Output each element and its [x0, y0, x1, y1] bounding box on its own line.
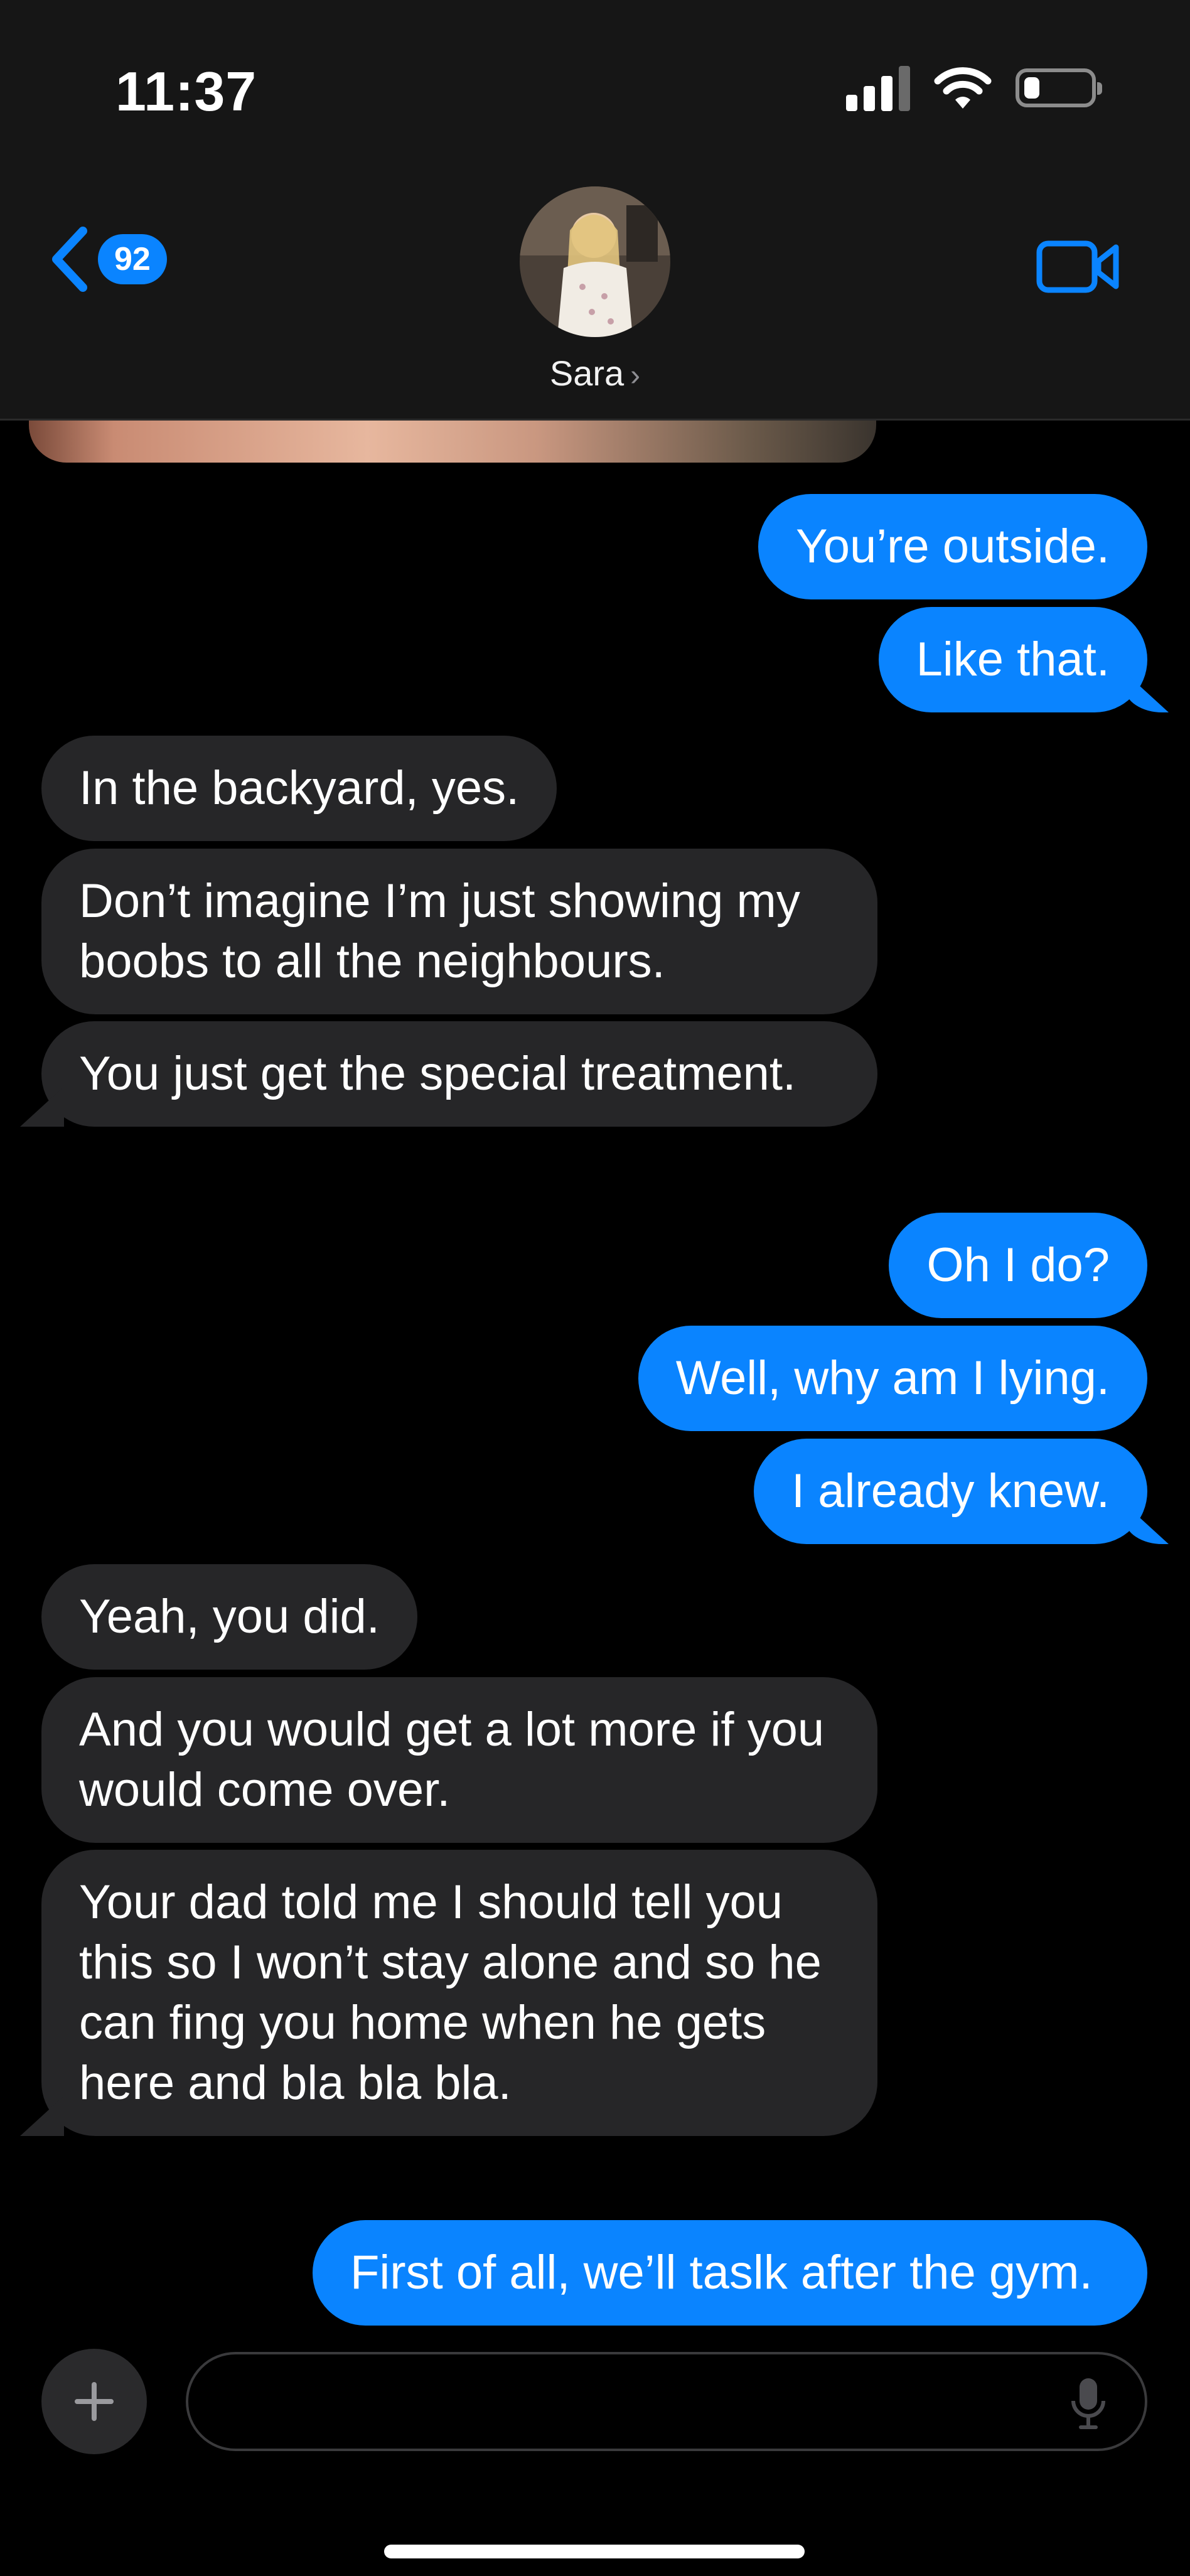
home-indicator[interactable] [384, 2545, 805, 2558]
message-bubble-outgoing[interactable]: Well, why am I lying. [638, 1326, 1147, 1431]
video-call-icon[interactable] [1036, 239, 1121, 295]
message-text: And you would get a lot more if you woul… [79, 1703, 825, 1817]
message-bubble-outgoing[interactable]: Like that. [878, 607, 1147, 712]
message-text: I already knew. [791, 1464, 1110, 1518]
photo-attachment[interactable] [29, 419, 876, 463]
message-bubble-incoming[interactable]: In the backyard, yes. [41, 736, 557, 841]
contact-name-label: Sara [549, 353, 624, 393]
wifi-icon [934, 67, 992, 109]
message-text: Your dad told me I should tell you this … [79, 1876, 822, 2110]
contact-avatar[interactable] [520, 186, 670, 337]
avatar-image [520, 186, 670, 337]
status-time: 11:37 [115, 60, 257, 122]
message-bubble-incoming[interactable]: And you would get a lot more if you woul… [41, 1677, 877, 1843]
message-input[interactable] [186, 2352, 1147, 2451]
chevron-right-icon: › [630, 359, 641, 392]
status-icons [846, 63, 1102, 113]
microphone-icon[interactable] [1069, 2375, 1107, 2431]
contact-name[interactable]: Sara › [0, 353, 1190, 394]
message-text: Yeah, you did. [79, 1590, 380, 1643]
message-text: First of all, we’ll taslk after the gym. [350, 2246, 1093, 2299]
plus-icon [75, 2382, 114, 2421]
message-bubble-incoming[interactable]: Your dad told me I should tell you this … [41, 1850, 877, 2136]
compose-bar [0, 2333, 1190, 2576]
message-bubble-incoming[interactable]: Yeah, you did. [41, 1564, 417, 1670]
message-bubble-incoming[interactable]: You just get the special treatment. [41, 1021, 877, 1127]
message-bubble-incoming[interactable]: Don’t imagine I’m just showing my boobs … [41, 849, 877, 1014]
conversation-header: 11:37 92 Sara › [0, 0, 1190, 421]
message-text: Don’t imagine I’m just showing my boobs … [79, 874, 800, 988]
message-text: You just get the special treatment. [79, 1047, 796, 1100]
back-button[interactable]: 92 [49, 226, 167, 292]
cellular-signal-icon [846, 65, 910, 111]
message-bubble-outgoing[interactable]: First of all, we’ll taslk after the gym. [313, 2220, 1147, 2326]
add-attachment-button[interactable] [41, 2349, 147, 2454]
message-bubble-outgoing[interactable]: You’re outside. [758, 494, 1147, 599]
battery-icon [1016, 68, 1102, 107]
message-bubble-outgoing[interactable]: I already knew. [754, 1439, 1147, 1544]
chevron-left-icon [52, 227, 87, 292]
message-text: In the backyard, yes. [79, 761, 520, 815]
message-text: You’re outside. [795, 520, 1110, 573]
unread-count-badge: 92 [98, 234, 167, 284]
message-thread[interactable]: You’re outside. Like that. In the backya… [0, 419, 1190, 2333]
message-text: Like that. [916, 633, 1110, 686]
message-text: Oh I do? [926, 1238, 1110, 1292]
message-bubble-outgoing[interactable]: Oh I do? [889, 1213, 1147, 1318]
message-text: Well, why am I lying. [675, 1351, 1110, 1405]
